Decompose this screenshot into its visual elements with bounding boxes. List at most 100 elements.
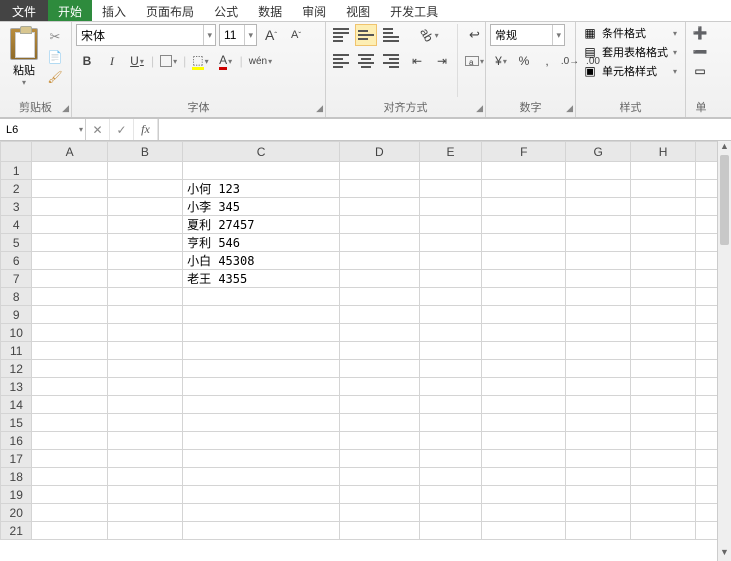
cell[interactable] bbox=[419, 306, 482, 324]
row-header[interactable]: 9 bbox=[1, 306, 32, 324]
cell[interactable] bbox=[566, 198, 631, 216]
cell[interactable] bbox=[631, 288, 696, 306]
cell[interactable] bbox=[566, 216, 631, 234]
number-format-select[interactable]: 常规▾ bbox=[490, 24, 565, 46]
cell[interactable] bbox=[482, 414, 566, 432]
cell[interactable] bbox=[107, 486, 182, 504]
select-all-corner[interactable] bbox=[1, 142, 32, 162]
cell[interactable] bbox=[340, 270, 420, 288]
align-left-button[interactable] bbox=[330, 50, 352, 72]
column-header[interactable]: F bbox=[482, 142, 566, 162]
cell[interactable] bbox=[631, 414, 696, 432]
cell[interactable] bbox=[183, 360, 340, 378]
cell[interactable] bbox=[566, 522, 631, 540]
cell[interactable] bbox=[631, 270, 696, 288]
column-header[interactable]: C bbox=[183, 142, 340, 162]
cell[interactable] bbox=[107, 234, 182, 252]
cell[interactable] bbox=[107, 180, 182, 198]
row-header[interactable]: 8 bbox=[1, 288, 32, 306]
cell[interactable] bbox=[419, 162, 482, 180]
cell[interactable] bbox=[631, 486, 696, 504]
cell[interactable] bbox=[482, 342, 566, 360]
cell[interactable] bbox=[183, 288, 340, 306]
cell[interactable] bbox=[183, 378, 340, 396]
tab-data[interactable]: 数据 bbox=[248, 0, 292, 21]
underline-button[interactable]: U▾ bbox=[126, 50, 148, 72]
format-cells-button[interactable]: ▭ bbox=[690, 62, 712, 80]
cell[interactable] bbox=[566, 324, 631, 342]
orientation-button[interactable]: ab▾ bbox=[406, 24, 453, 46]
cell[interactable] bbox=[183, 504, 340, 522]
accept-formula-button[interactable]: ✓ bbox=[110, 119, 134, 140]
cell[interactable] bbox=[107, 270, 182, 288]
tab-home[interactable]: 开始 bbox=[48, 0, 92, 21]
cell[interactable] bbox=[631, 198, 696, 216]
cut-button[interactable] bbox=[46, 28, 64, 46]
cell[interactable] bbox=[183, 324, 340, 342]
row-header[interactable]: 7 bbox=[1, 270, 32, 288]
cell[interactable] bbox=[32, 180, 107, 198]
vertical-scrollbar[interactable]: ▲ ▼ bbox=[717, 141, 731, 561]
cell[interactable] bbox=[631, 396, 696, 414]
cell[interactable] bbox=[631, 252, 696, 270]
cell[interactable] bbox=[340, 306, 420, 324]
cell[interactable] bbox=[631, 468, 696, 486]
spreadsheet-grid[interactable]: ABCDEFGHI 12小何 1233小李 3454夏利 274575亨利 54… bbox=[0, 141, 731, 540]
cell[interactable] bbox=[107, 306, 182, 324]
tab-formulas[interactable]: 公式 bbox=[204, 0, 248, 21]
cell[interactable] bbox=[631, 306, 696, 324]
cell[interactable] bbox=[183, 414, 340, 432]
cell[interactable] bbox=[419, 360, 482, 378]
cell-styles-button[interactable]: ▣单元格样式▾ bbox=[580, 62, 681, 80]
align-center-button[interactable] bbox=[355, 50, 377, 72]
cell[interactable] bbox=[566, 306, 631, 324]
row-header[interactable]: 17 bbox=[1, 450, 32, 468]
cell[interactable] bbox=[107, 252, 182, 270]
cell[interactable] bbox=[32, 198, 107, 216]
column-header[interactable]: D bbox=[340, 142, 420, 162]
cell[interactable] bbox=[32, 522, 107, 540]
cell[interactable] bbox=[482, 522, 566, 540]
row-header[interactable]: 2 bbox=[1, 180, 32, 198]
accounting-format-button[interactable]: ¥▾ bbox=[490, 50, 512, 72]
cell[interactable] bbox=[183, 342, 340, 360]
cancel-formula-button[interactable]: ✕ bbox=[86, 119, 110, 140]
cell[interactable] bbox=[183, 450, 340, 468]
font-color-button[interactable]: A▾ bbox=[215, 50, 237, 72]
cell[interactable] bbox=[340, 504, 420, 522]
cell[interactable] bbox=[482, 504, 566, 522]
row-header[interactable]: 1 bbox=[1, 162, 32, 180]
cell[interactable] bbox=[107, 342, 182, 360]
row-header[interactable]: 19 bbox=[1, 486, 32, 504]
cell[interactable] bbox=[340, 216, 420, 234]
cell[interactable] bbox=[482, 288, 566, 306]
row-header[interactable]: 20 bbox=[1, 504, 32, 522]
cell[interactable] bbox=[419, 468, 482, 486]
cell[interactable] bbox=[631, 180, 696, 198]
cell[interactable] bbox=[340, 252, 420, 270]
bold-button[interactable]: B bbox=[76, 50, 98, 72]
cell[interactable] bbox=[566, 162, 631, 180]
cell[interactable] bbox=[183, 522, 340, 540]
cell[interactable] bbox=[107, 378, 182, 396]
cell[interactable] bbox=[419, 198, 482, 216]
cell[interactable] bbox=[183, 468, 340, 486]
cell[interactable] bbox=[566, 432, 631, 450]
increase-font-button[interactable]: Aˆ bbox=[260, 24, 282, 46]
cell[interactable] bbox=[419, 270, 482, 288]
font-size-select[interactable]: 11▾ bbox=[219, 24, 257, 46]
align-top-button[interactable] bbox=[330, 24, 352, 46]
cell[interactable] bbox=[32, 288, 107, 306]
cell[interactable] bbox=[32, 504, 107, 522]
cell[interactable] bbox=[107, 324, 182, 342]
row-header[interactable]: 18 bbox=[1, 468, 32, 486]
phonetic-guide-button[interactable]: wén▾ bbox=[246, 50, 275, 72]
cell[interactable] bbox=[340, 234, 420, 252]
cell[interactable] bbox=[482, 270, 566, 288]
cell[interactable] bbox=[631, 216, 696, 234]
cell[interactable] bbox=[482, 450, 566, 468]
cell[interactable] bbox=[631, 162, 696, 180]
conditional-formatting-button[interactable]: ▦条件格式▾ bbox=[580, 24, 681, 42]
paste-button[interactable]: 粘贴 ▾ bbox=[4, 26, 44, 89]
cell[interactable] bbox=[32, 486, 107, 504]
